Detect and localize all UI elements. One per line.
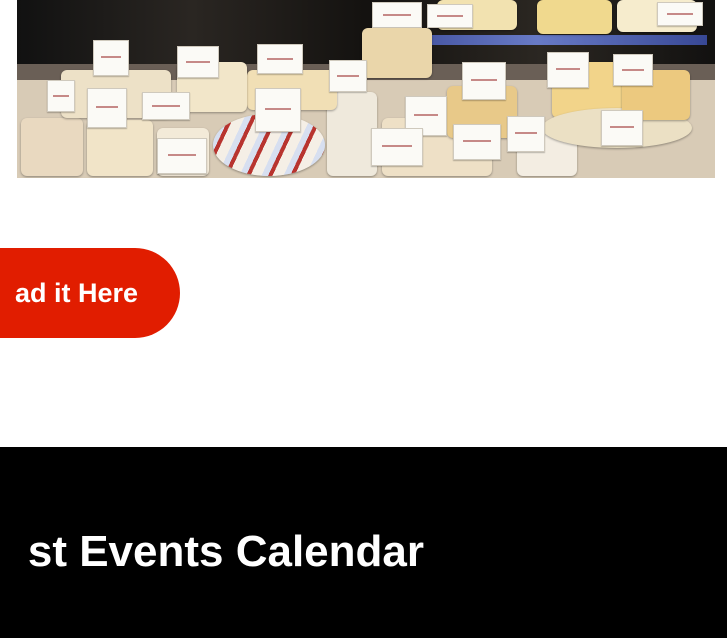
read-it-here-button[interactable]: ad it Here	[0, 248, 180, 338]
cheese-label-card	[371, 128, 423, 166]
cheese-label-card	[255, 88, 301, 132]
cheese-label-card	[372, 2, 422, 28]
events-calendar-heading: st Events Calendar	[27, 527, 424, 576]
cheese-wheel	[21, 118, 83, 176]
cheese-label-card	[329, 60, 367, 92]
cheese-label-card	[47, 80, 75, 112]
cheese-label-card	[93, 40, 129, 76]
cheese-label-card	[157, 138, 207, 174]
page: ad it Here st Events Calendar	[0, 0, 727, 638]
cheese-label-card	[177, 46, 219, 78]
cheese-label-card	[142, 92, 190, 120]
cheese-label-card	[257, 44, 303, 74]
cheese-wheel	[362, 28, 432, 78]
cheese-label-card	[547, 52, 589, 88]
cheese-label-card	[613, 54, 653, 86]
cheese-label-card	[507, 116, 545, 152]
read-it-here-label: ad it Here	[14, 277, 138, 308]
cheese-label-card	[601, 110, 643, 146]
cheese-wheel	[537, 0, 612, 34]
cheese-wheel	[87, 120, 153, 176]
cheese-label-card	[462, 62, 506, 100]
cheese-label-card	[87, 88, 127, 128]
cheese-display-image	[17, 0, 715, 178]
cheese-label-card	[453, 124, 501, 160]
cheese-label-card	[657, 2, 703, 26]
cheese-label-card	[427, 4, 473, 28]
